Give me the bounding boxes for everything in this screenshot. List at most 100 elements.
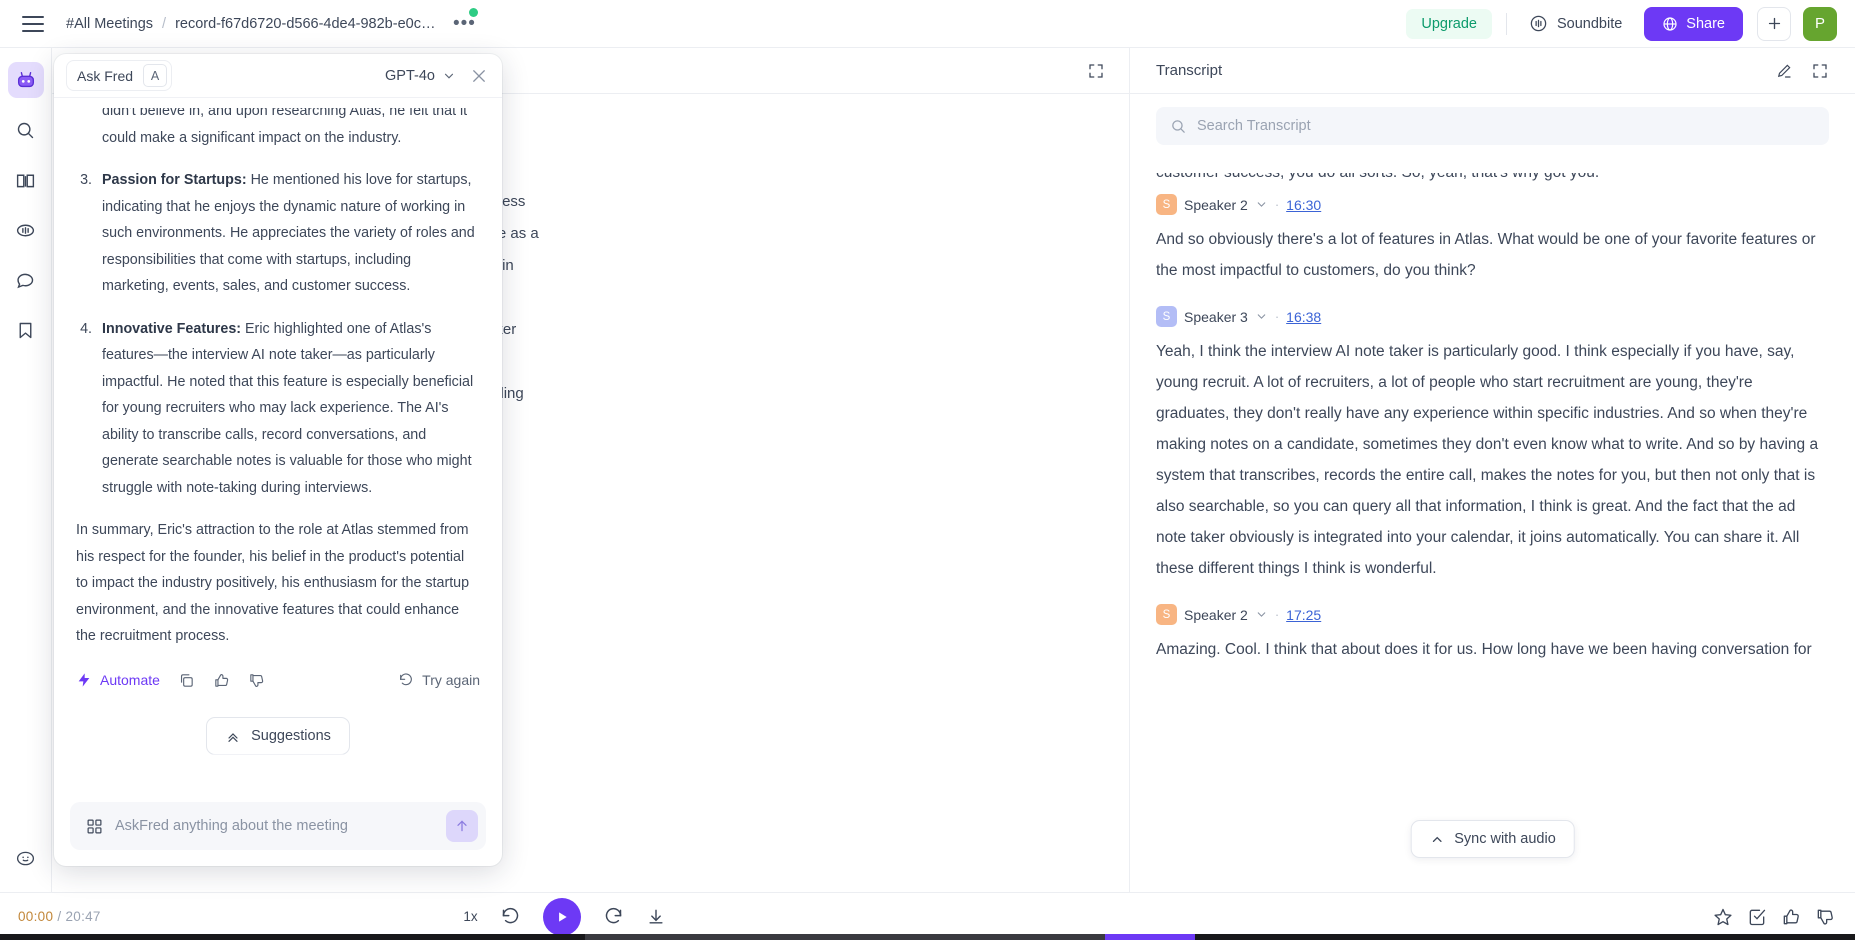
thumbs-up-icon[interactable]	[213, 672, 230, 689]
list-item-content: Passion for Startups: He mentioned his l…	[102, 167, 480, 300]
list-item: 3. Passion for Startups: He mentioned hi…	[76, 167, 480, 300]
share-button[interactable]: Share	[1644, 6, 1743, 41]
rail-item-library[interactable]	[8, 162, 44, 198]
soundbite-label: Soundbite	[1556, 15, 1623, 32]
askfred-conversation: didn't believe in, and upon researching …	[54, 98, 502, 792]
thumbs-down-icon[interactable]	[248, 672, 265, 689]
breadcrumb-separator: /	[162, 15, 167, 32]
player-right-actions	[1713, 907, 1835, 927]
thumbs-down-icon[interactable]	[1815, 907, 1835, 927]
status-dot	[469, 7, 479, 17]
speaker-name[interactable]: Speaker 2	[1184, 197, 1248, 213]
list-marker	[76, 108, 92, 151]
rail-item-soundbites[interactable]	[8, 212, 44, 248]
transcript-expand-button[interactable]	[1805, 56, 1835, 86]
search-input[interactable]	[1197, 118, 1815, 134]
askfred-header-actions: GPT-4o	[385, 67, 488, 85]
suggestions-label: Suggestions	[251, 727, 331, 744]
transcript-entry-text: Yeah, I think the interview AI note take…	[1156, 343, 1819, 577]
play-button[interactable]	[542, 897, 581, 936]
avatar[interactable]: P	[1803, 6, 1837, 41]
smiley-icon	[15, 848, 36, 869]
transcript-search[interactable]	[1156, 107, 1829, 145]
os-taskbar	[0, 934, 1855, 940]
askfred-tab-group[interactable]: Ask Fred A	[66, 60, 173, 91]
speaker-badge: S	[1156, 306, 1177, 327]
soundbite-button[interactable]: Soundbite	[1521, 8, 1630, 39]
model-selector[interactable]: GPT-4o	[385, 68, 456, 84]
chevron-up-icon	[1429, 832, 1444, 847]
askfred-partial-text: didn't believe in, and upon researching …	[102, 103, 468, 146]
pencil-icon	[1775, 62, 1793, 80]
breadcrumb-root[interactable]: #All Meetings	[66, 16, 153, 32]
add-button[interactable]	[1757, 6, 1791, 41]
chevron-down-icon	[442, 69, 456, 83]
rail-item-askfred[interactable]	[7, 62, 44, 98]
speaker-name[interactable]: Speaker 2	[1184, 607, 1248, 623]
star-icon[interactable]	[1713, 907, 1733, 927]
askfred-summary: In summary, Eric's attraction to the rol…	[76, 522, 470, 644]
askfred-tab-label: Ask Fred	[77, 67, 134, 84]
askfred-input[interactable]	[115, 818, 434, 834]
chevrons-up-icon	[225, 728, 241, 744]
app-root: #All Meetings / record-f67d6720-d566-4de…	[0, 0, 1855, 940]
transcript-entry-meta: S Speaker 3 · 16:38	[1156, 306, 1829, 327]
list-marker: 4.	[80, 320, 92, 337]
rail-item-feedback[interactable]	[8, 840, 44, 876]
download-icon[interactable]	[646, 907, 666, 927]
suggestions-button[interactable]: Suggestions	[206, 716, 350, 755]
askfred-panel: Ask Fred A GPT-4o didn't believe in, and…	[54, 54, 502, 866]
arrow-up-icon	[454, 818, 470, 834]
askfred-input-row[interactable]	[70, 802, 486, 850]
askfred-partial-paragraph: didn't believe in, and upon researching …	[76, 103, 480, 151]
upgrade-button[interactable]: Upgrade	[1406, 8, 1492, 39]
hamburger-icon[interactable]	[22, 15, 44, 32]
copy-icon[interactable]	[178, 672, 195, 689]
rail-item-search[interactable]	[8, 112, 44, 148]
top-bar-actions: Upgrade Soundbite Share P	[1406, 6, 1855, 41]
sync-label: Sync with audio	[1454, 831, 1556, 847]
bookmark-icon	[15, 320, 36, 341]
thumbs-up-icon[interactable]	[1781, 907, 1801, 927]
chevron-down-icon[interactable]	[1255, 310, 1268, 323]
transcript-edit-button[interactable]	[1769, 56, 1799, 86]
askfred-header: Ask Fred A GPT-4o	[54, 54, 502, 98]
close-icon[interactable]	[470, 67, 488, 85]
more-options-button[interactable]: •••	[451, 7, 479, 37]
speaker-name[interactable]: Speaker 3	[1184, 309, 1248, 325]
timestamp-link[interactable]: 17:25	[1286, 607, 1321, 623]
try-again-button[interactable]: Try again	[398, 672, 480, 688]
timestamp-link[interactable]: 16:38	[1286, 309, 1321, 325]
notes-expand-button[interactable]	[1081, 56, 1111, 86]
transcript-header: Transcript	[1130, 48, 1855, 94]
transcript-pane: Transcript Search Transcript customer su…	[1129, 48, 1855, 892]
breadcrumb: #All Meetings / record-f67d6720-d566-4de…	[66, 16, 435, 32]
top-bar: #All Meetings / record-f67d6720-d566-4de…	[0, 0, 1855, 48]
sync-with-audio-button[interactable]: Sync with audio	[1410, 820, 1575, 858]
play-icon	[555, 910, 569, 924]
rail-item-bookmarks[interactable]	[8, 312, 44, 348]
breadcrumb-current[interactable]: record-f67d6720-d566-4de4-982b-e0c…	[175, 16, 435, 32]
chevron-down-icon[interactable]	[1255, 608, 1268, 621]
check-square-icon[interactable]	[1747, 907, 1767, 927]
forward-icon[interactable]	[603, 906, 624, 927]
grid-icon[interactable]	[86, 818, 103, 835]
left-rail	[0, 48, 52, 892]
automate-button[interactable]: Automate	[76, 672, 160, 688]
list-item-content: Innovative Features: Eric highlighted on…	[102, 316, 480, 502]
rail-item-comments[interactable]	[8, 262, 44, 298]
transcript-body: customer success, you do all sorts. So, …	[1130, 151, 1855, 892]
timestamp-link[interactable]: 16:30	[1286, 197, 1321, 213]
speaker-badge: S	[1156, 194, 1177, 215]
send-button[interactable]	[446, 810, 478, 842]
playback-speed-button[interactable]: 1x	[463, 909, 477, 924]
player-controls: 1x	[0, 897, 1129, 936]
model-label: GPT-4o	[385, 67, 435, 84]
chevron-down-icon[interactable]	[1255, 198, 1268, 211]
rewind-icon[interactable]	[500, 906, 521, 927]
divider	[1505, 12, 1507, 35]
automate-label: Automate	[100, 672, 160, 688]
list-item-title: Passion for Startups:	[102, 172, 247, 188]
taskbar-active-segment	[1105, 934, 1195, 940]
robot-icon	[15, 69, 37, 91]
